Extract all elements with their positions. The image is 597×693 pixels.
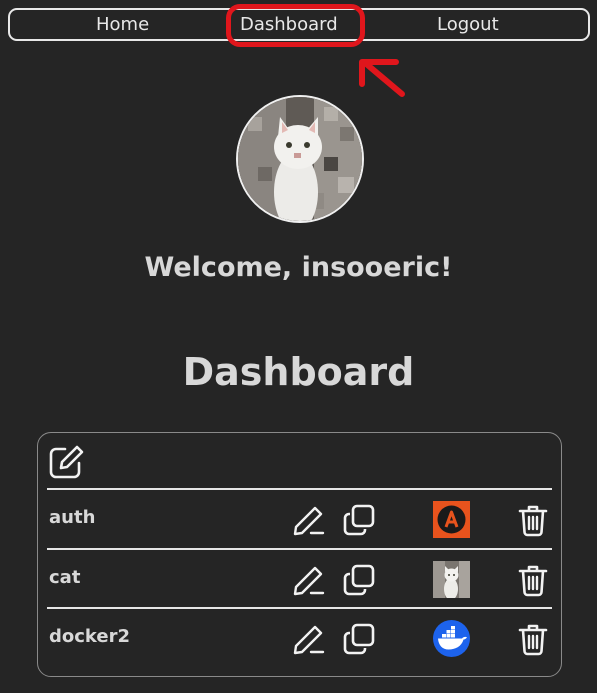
dashboard-panel: auth cat docker2 [37, 432, 562, 677]
nav-logout-link[interactable]: Logout [437, 13, 499, 37]
edit-icon[interactable] [291, 503, 327, 537]
cat-avatar-image [238, 97, 362, 221]
list-item: cat [47, 548, 552, 608]
copy-icon[interactable] [342, 622, 376, 656]
list-item: auth [47, 488, 552, 548]
delete-icon[interactable] [518, 503, 548, 537]
copy-icon[interactable] [342, 503, 376, 537]
welcome-message: Welcome, insooeric! [144, 252, 453, 283]
annotation-arrow-icon [359, 59, 405, 97]
docker-logo-thumbnail[interactable] [433, 620, 470, 657]
annotation-highlight [226, 4, 365, 47]
cat-photo-thumbnail[interactable] [433, 561, 470, 598]
new-item-button[interactable] [49, 445, 85, 479]
edit-icon[interactable] [291, 622, 327, 656]
page-title: Dashboard [182, 350, 415, 394]
list-item: docker2 [47, 607, 552, 667]
item-name: docker2 [49, 626, 131, 647]
avatar [236, 95, 364, 223]
edit-icon[interactable] [291, 563, 327, 597]
item-name: cat [49, 567, 81, 588]
nav-home-link[interactable]: Home [96, 13, 149, 37]
delete-icon[interactable] [518, 622, 548, 656]
copy-icon[interactable] [342, 563, 376, 597]
delete-icon[interactable] [518, 563, 548, 597]
auth-logo-thumbnail[interactable] [433, 501, 470, 538]
item-name: auth [49, 507, 96, 528]
